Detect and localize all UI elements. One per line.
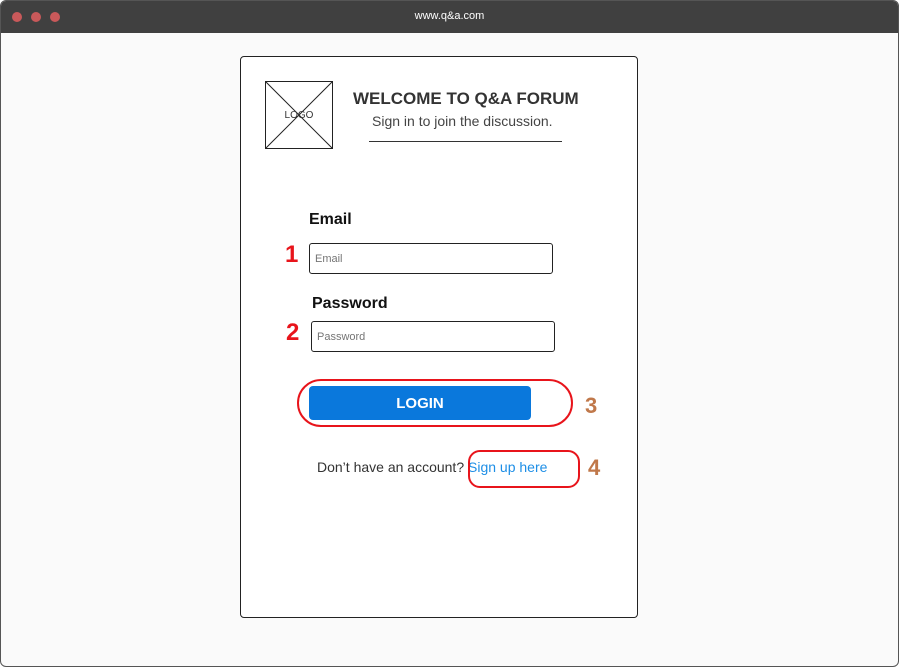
password-label: Password [312, 295, 388, 312]
annotation-4: 4 [588, 455, 601, 480]
url-text: www.q&a.com [414, 10, 485, 22]
title-bar: www.q&a.com [1, 1, 898, 33]
email-label: Email [309, 211, 352, 228]
page-subtitle: Sign in to join the discussion. [372, 113, 553, 129]
annotation-circle-4 [468, 450, 580, 488]
divider [369, 141, 562, 142]
logo-text: LOGO [284, 110, 314, 121]
password-input[interactable] [311, 321, 555, 352]
login-button[interactable]: LOGIN [309, 386, 531, 420]
logo-placeholder: LOGO [265, 81, 333, 149]
login-card: LOGO WELCOME TO Q&A FORUM Sign in to joi… [240, 56, 638, 618]
signup-prompt: Don’t have an account? [317, 459, 465, 475]
browser-window: www.q&a.com LOGO WELCOME TO Q&A FORUM Si… [0, 0, 899, 667]
page-title: WELCOME TO Q&A FORUM [353, 89, 579, 108]
annotation-1: 1 [285, 241, 299, 268]
annotation-2: 2 [286, 319, 300, 346]
annotation-3: 3 [585, 393, 598, 418]
email-input[interactable] [309, 243, 553, 274]
